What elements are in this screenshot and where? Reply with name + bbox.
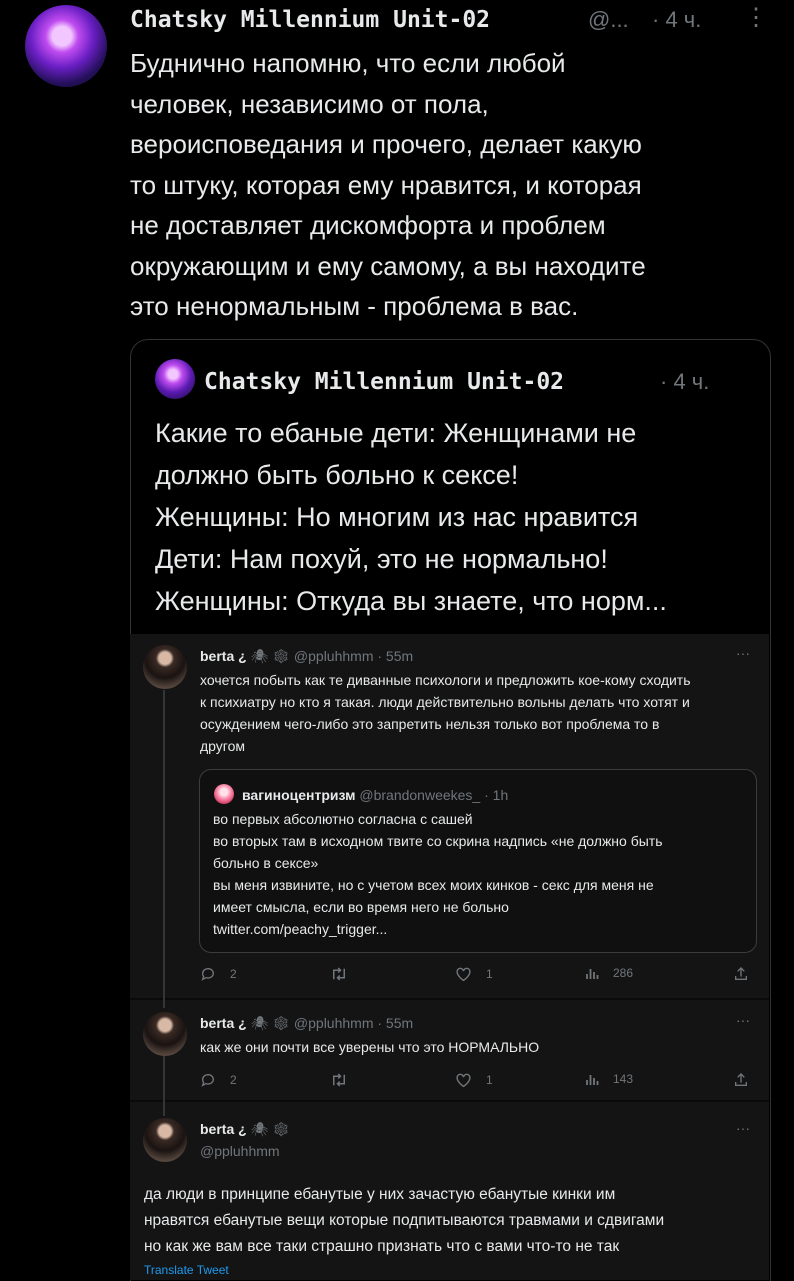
inner-quote-avatar <box>214 784 234 804</box>
quoted-tweet-time: · 4 ч. <box>660 369 710 394</box>
reply-handle[interactable]: @ppluhhmm <box>200 1142 280 1160</box>
reply-line: нравятся ебанутые вещи которые подпитыва… <box>144 1212 665 1229</box>
quoted-line: Женщины: Откуда вы знаете, что норм... <box>155 586 667 616</box>
reply-actions: 2 1 286 <box>200 966 755 988</box>
reply-line: да люди в принципе ебанутые у них зачаст… <box>144 1186 616 1203</box>
retweet-icon <box>333 1073 345 1087</box>
share-button[interactable] <box>733 966 749 982</box>
inner-quote-text: во первых абсолютно согласна с сашей во … <box>213 808 748 940</box>
inner-quote-author: вагиноцентризм <box>242 787 356 803</box>
heart-icon <box>456 1073 471 1088</box>
views-icon <box>586 969 599 979</box>
views-button[interactable]: 286 <box>585 966 633 980</box>
quoted-line: Женщины: Но многим из нас нравится <box>155 502 639 532</box>
reply-actions: 2 1 143 <box>200 1072 755 1094</box>
like-button[interactable]: 1 <box>455 966 493 982</box>
share-icon <box>735 1073 747 1086</box>
quoted-line: должно быть больно к сексе! <box>155 460 519 490</box>
reply-line: но как же вам все таки страшно признать … <box>144 1238 620 1255</box>
reply-more-icon[interactable]: ··· <box>736 1120 750 1136</box>
tweet-line: то штуку, которая ему нравится, и котора… <box>130 169 642 200</box>
quoted-line: Дети: Нам похуй, это не нормально! <box>155 544 608 574</box>
quoted-author-avatar <box>155 359 195 399</box>
retweet-button[interactable] <box>330 966 348 982</box>
retweet-icon <box>333 967 345 981</box>
like-count: 1 <box>486 967 493 981</box>
author-name[interactable]: Chatsky Millennium Unit-02 <box>130 6 490 34</box>
reply-count: 2 <box>230 1073 237 1087</box>
reply-line: как же они почти все уверены что это НОР… <box>200 1039 540 1055</box>
tweet-line: человек, независимо от пола, <box>130 88 489 119</box>
inner-quote-line: вы меня извините, но с учетом всех моих … <box>213 877 654 893</box>
author-handle[interactable]: @... <box>588 6 629 34</box>
views-button[interactable]: 143 <box>585 1072 633 1086</box>
comment-icon <box>201 1074 214 1087</box>
reply-emoji: 🕷 ❄ <box>250 1121 291 1137</box>
reply-line: к психиатру но кто я такая. люди действи… <box>200 694 690 710</box>
reply-button[interactable]: 2 <box>200 1072 237 1088</box>
reply-header: berta ¿ 🕷 ❄ <box>200 1120 290 1138</box>
quoted-tweet-body: Какие то ебаные дети: Женщинами не должн… <box>155 412 760 622</box>
inner-quote-header: вагиноцентризм @brandonweekes_ · 1h <box>242 786 508 804</box>
inner-quote-line: во первых абсолютно согласна с сашей <box>213 811 473 827</box>
reply-emoji: 🕷 ❄ <box>250 1015 291 1031</box>
heart-icon <box>456 967 471 982</box>
tweet-line: окружающим и ему самому, а вы находите <box>130 250 646 281</box>
translate-link[interactable]: Translate Tweet <box>144 1262 229 1278</box>
tweet-line: это ненормальным - проблема в вас. <box>130 291 579 321</box>
reply-line: осуждением чего-либо это запретить нельз… <box>200 716 660 732</box>
quoted-author-name: Chatsky Millennium Unit-02 <box>204 369 565 395</box>
reply-line: другом <box>200 738 246 754</box>
inner-quote-time: · 1h <box>484 787 509 803</box>
like-count: 1 <box>486 1073 493 1087</box>
reply-text: как же они почти все уверены что это НОР… <box>200 1036 760 1058</box>
inner-quote-handle: @brandonweekes_ <box>359 787 481 803</box>
reply-text: хочется побыть как те диванные психологи… <box>200 669 760 757</box>
reply-time[interactable]: · 55m <box>377 648 413 664</box>
inner-quote-line: имеет смысла, если во время него не боль… <box>213 899 509 915</box>
reply-line: хочется побыть как те диванные психологи… <box>200 672 691 688</box>
reply-avatar[interactable] <box>143 1012 187 1056</box>
inner-quote-line: больно в сексе» <box>213 855 319 871</box>
reply-header: berta ¿ 🕷 ❄ @ppluhhmm · 55m <box>200 1014 413 1032</box>
tweet-line: Буднично напомню, что если любой <box>130 48 566 78</box>
reply-emoji: 🕷 ❄ <box>250 648 291 664</box>
views-icon <box>586 1075 599 1085</box>
reply-header: berta ¿ 🕷 ❄ @ppluhhmm · 55m <box>200 647 413 665</box>
views-count: 143 <box>613 1072 634 1086</box>
reply-time[interactable]: · 55m <box>377 1015 413 1031</box>
retweet-button[interactable] <box>330 1072 348 1088</box>
share-icon <box>735 967 747 980</box>
reply-more-icon[interactable]: ··· <box>736 645 750 661</box>
tweet-line: не доставляет дискомфорта и проблем <box>130 210 606 240</box>
quoted-line: Какие то ебаные дети: Женщинами не <box>155 418 637 448</box>
like-button[interactable]: 1 <box>455 1072 493 1088</box>
reply-avatar[interactable] <box>143 1118 187 1162</box>
tweet-line: вероисповедания и прочего, делает какую <box>130 129 642 159</box>
tweet-body: Буднично напомню, что если любой человек… <box>130 43 770 327</box>
more-icon[interactable]: ⋮ <box>744 4 768 32</box>
inner-quote-line: во вторых там в исходном твите со скрина… <box>213 833 663 849</box>
reply-more-icon[interactable]: ··· <box>736 1012 750 1028</box>
share-button[interactable] <box>733 1072 749 1088</box>
inner-quote-link[interactable]: twitter.com/peachy_trigger... <box>213 918 748 940</box>
reply-author-name[interactable]: berta ¿ <box>200 1121 247 1137</box>
reply-author-name[interactable]: berta ¿ <box>200 648 247 664</box>
reply-author-name[interactable]: berta ¿ <box>200 1015 247 1031</box>
comment-icon <box>201 968 214 981</box>
thread-connector <box>163 690 165 1008</box>
thread-connector <box>163 1056 165 1116</box>
reply-handle[interactable]: @ppluhhmm <box>294 1015 374 1031</box>
tweet-time[interactable]: · 4 ч. <box>652 6 701 34</box>
reply-avatar[interactable] <box>143 645 187 689</box>
reply-text: да люди в принципе ебанутые у них зачаст… <box>144 1182 762 1260</box>
reply-button[interactable]: 2 <box>200 966 237 982</box>
reply-count: 2 <box>230 967 237 981</box>
views-count: 286 <box>613 966 634 980</box>
author-avatar[interactable] <box>25 5 107 87</box>
reply-handle[interactable]: @ppluhhmm <box>294 648 374 664</box>
